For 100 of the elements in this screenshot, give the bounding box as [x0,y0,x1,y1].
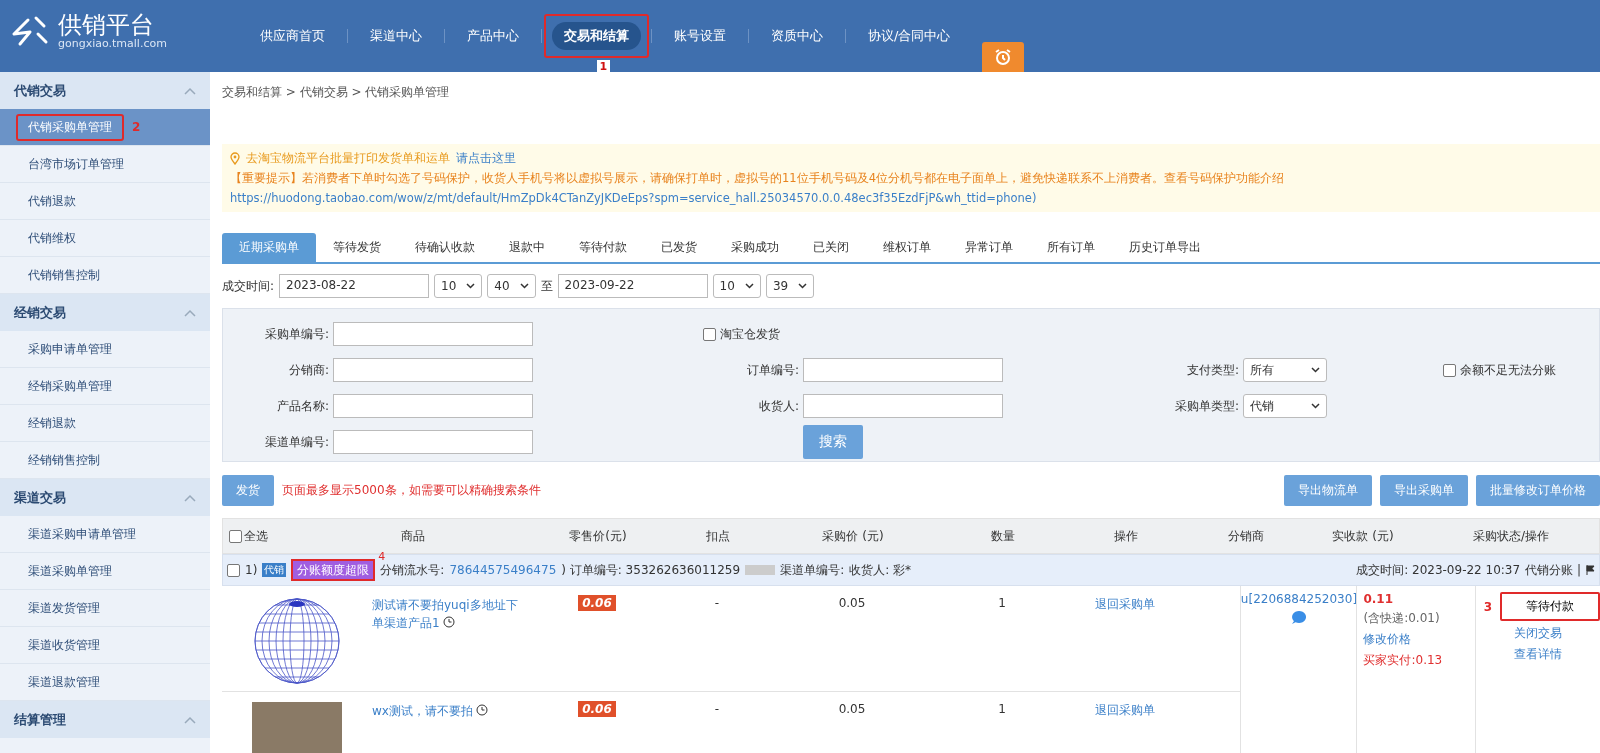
sidebar-item[interactable]: 渠道发货管理 [16,594,112,622]
range-separator: 至 [540,277,553,295]
receiver-text: 收货人: 彩* [849,561,912,579]
hour-select[interactable]: 10 [434,274,483,298]
order-tab[interactable]: 已发货 [644,233,714,262]
order-number: ) 订单编号: 353262636011259 [561,561,741,579]
sidebar-item[interactable]: 代销销售控制 [16,261,112,289]
order-tab[interactable]: 维权订单 [866,233,948,262]
return-order-link[interactable]: 退回采购单 [1094,597,1155,611]
column-header: 采购价 (元) [822,528,884,543]
order-tab[interactable]: 异常订单 [948,233,1030,262]
order-tab[interactable]: 待确认收款 [398,233,492,262]
order-tab[interactable]: 所有订单 [1030,233,1112,262]
status-badge: 分账额度超限 [291,558,376,581]
field-label: 收货人: [757,397,799,415]
input-field[interactable] [803,358,1003,382]
nav-tab[interactable]: 资质中心 [759,22,835,50]
date-field[interactable]: 2023-08-22 [279,274,430,298]
sidebar-item[interactable]: 经销销售控制 [16,446,112,474]
field-label: 产品名称: [275,397,329,415]
column-header: 扣点 [706,528,730,543]
nav-tab[interactable]: 供应商首页 [248,22,337,50]
order-action-link[interactable]: 查看详情 [1513,646,1562,663]
nav-tab[interactable]: 账号设置 [662,22,738,50]
distributor-link[interactable]: u[2206884252030] [1240,592,1358,606]
select-field[interactable]: 所有 [1243,358,1327,382]
callout-number: 2 [132,120,141,134]
order-tab[interactable]: 已关闭 [796,233,866,262]
product-name-link[interactable]: wx测试，请不要拍 [372,702,522,720]
caret-icon [519,283,529,289]
field-label: 订单编号: [745,361,799,379]
product-name-link[interactable]: 测试请不要拍yuqi多地址下单渠道产品1 [372,596,522,632]
serial-label: 分销流水号: [380,561,445,579]
checkbox[interactable] [227,563,240,577]
checkbox[interactable] [1443,363,1456,377]
nav-tab[interactable]: 协议/合同中心 [856,22,963,50]
field-label: 支付类型: [1185,361,1239,379]
nav-tab[interactable]: 交易和结算 [552,22,641,50]
sidebar-item[interactable]: 台湾市场订单管理 [16,150,136,178]
checkbox[interactable] [703,327,716,341]
sidebar-section-header[interactable]: 结算管理 [0,701,210,738]
input-field[interactable] [333,358,533,382]
status-button[interactable]: 等待付款 [1500,592,1600,621]
order-tab[interactable]: 采购成功 [714,233,796,262]
column-header: 商品 [401,528,425,543]
sidebar-section-header[interactable]: 渠道交易 [0,479,210,516]
column-header: 零售价(元) [569,528,627,543]
field-label: 分销商: [287,361,329,379]
nav-tab[interactable]: 产品中心 [455,22,531,50]
sidebar-item[interactable]: 代销维权 [16,224,88,252]
serial-link[interactable]: 78644575496475 [449,563,557,577]
purchase-price: 0.05 [838,702,866,716]
caret-icon [1311,367,1320,373]
discount-text: - [714,596,720,610]
select-field[interactable]: 代销 [1243,394,1327,418]
quantity-text: 1 [998,596,1006,610]
sidebar-item[interactable]: 渠道收货管理 [16,631,112,659]
location-pin-icon [230,151,240,165]
order-tag: 代销 [262,563,287,577]
order-tab[interactable]: 退款中 [492,233,562,262]
sidebar-section-header[interactable]: 代销交易 [0,72,210,109]
alarm-clock-icon[interactable] [982,42,1025,72]
buyer-paid-text: 买家实付:0.13 [1363,652,1444,669]
help-url-link[interactable]: https://huodong.taobao.com/wow/z/mt/default/HmZpDk4CTanZyJKDeEps?spm=service_hall.25034570.0.0.48ec3f35EzdFjP&wh_ttid=phone) [230,188,1592,208]
sidebar-item[interactable]: 采购申请单管理 [16,335,124,363]
nav-tab[interactable]: 渠道中心 [358,22,434,50]
discount-text: - [714,702,720,716]
logo-title: 供销平台 [58,11,155,38]
input-field[interactable] [333,322,533,346]
return-order-link[interactable]: 退回采购单 [1094,703,1155,717]
column-header: 采购状态/操作 [1472,528,1549,543]
sidebar-section-header[interactable]: 经销交易 [0,294,210,331]
sidebar-item[interactable]: 经销退款 [16,409,88,437]
input-field[interactable] [333,430,533,454]
notice-text: 去淘宝物流平台批量打印发货单和运单 [246,150,450,167]
sidebar-item[interactable]: 渠道采购单管理 [16,557,124,585]
chat-bubble-icon[interactable] [1290,610,1307,625]
retail-price: 0.06 [578,595,616,611]
column-header: 数量 [991,528,1015,543]
flag-icon [1586,565,1595,575]
edit-price-link[interactable]: 修改价格 [1363,631,1475,648]
quantity-text: 1 [998,702,1006,716]
minute-select[interactable]: 40 [487,274,536,298]
order-action-link[interactable]: 关闭交易 [1513,625,1562,642]
minute-select[interactable]: 39 [765,274,815,298]
sidebar-item[interactable]: 渠道采购申请单管理 [16,520,148,548]
notice-link[interactable]: 请点击这里 [456,148,516,168]
caret-icon [1311,403,1320,409]
callout-number: 4 [378,549,386,563]
checkbox[interactable] [229,529,242,543]
input-field[interactable] [803,394,1003,418]
order-tab[interactable]: 历史订单导出 [1112,233,1218,262]
sidebar-item[interactable]: 代销退款 [16,187,88,215]
sidebar-item[interactable]: 渠道退款管理 [16,668,112,696]
sidebar-item[interactable]: 经销采购单管理 [16,372,124,400]
hour-select[interactable]: 10 [712,274,761,298]
input-field[interactable] [333,394,533,418]
order-tab[interactable]: 等待发货 [316,233,398,262]
order-tab[interactable]: 等待付款 [562,233,644,262]
date-field[interactable]: 2023-09-22 [557,274,708,298]
